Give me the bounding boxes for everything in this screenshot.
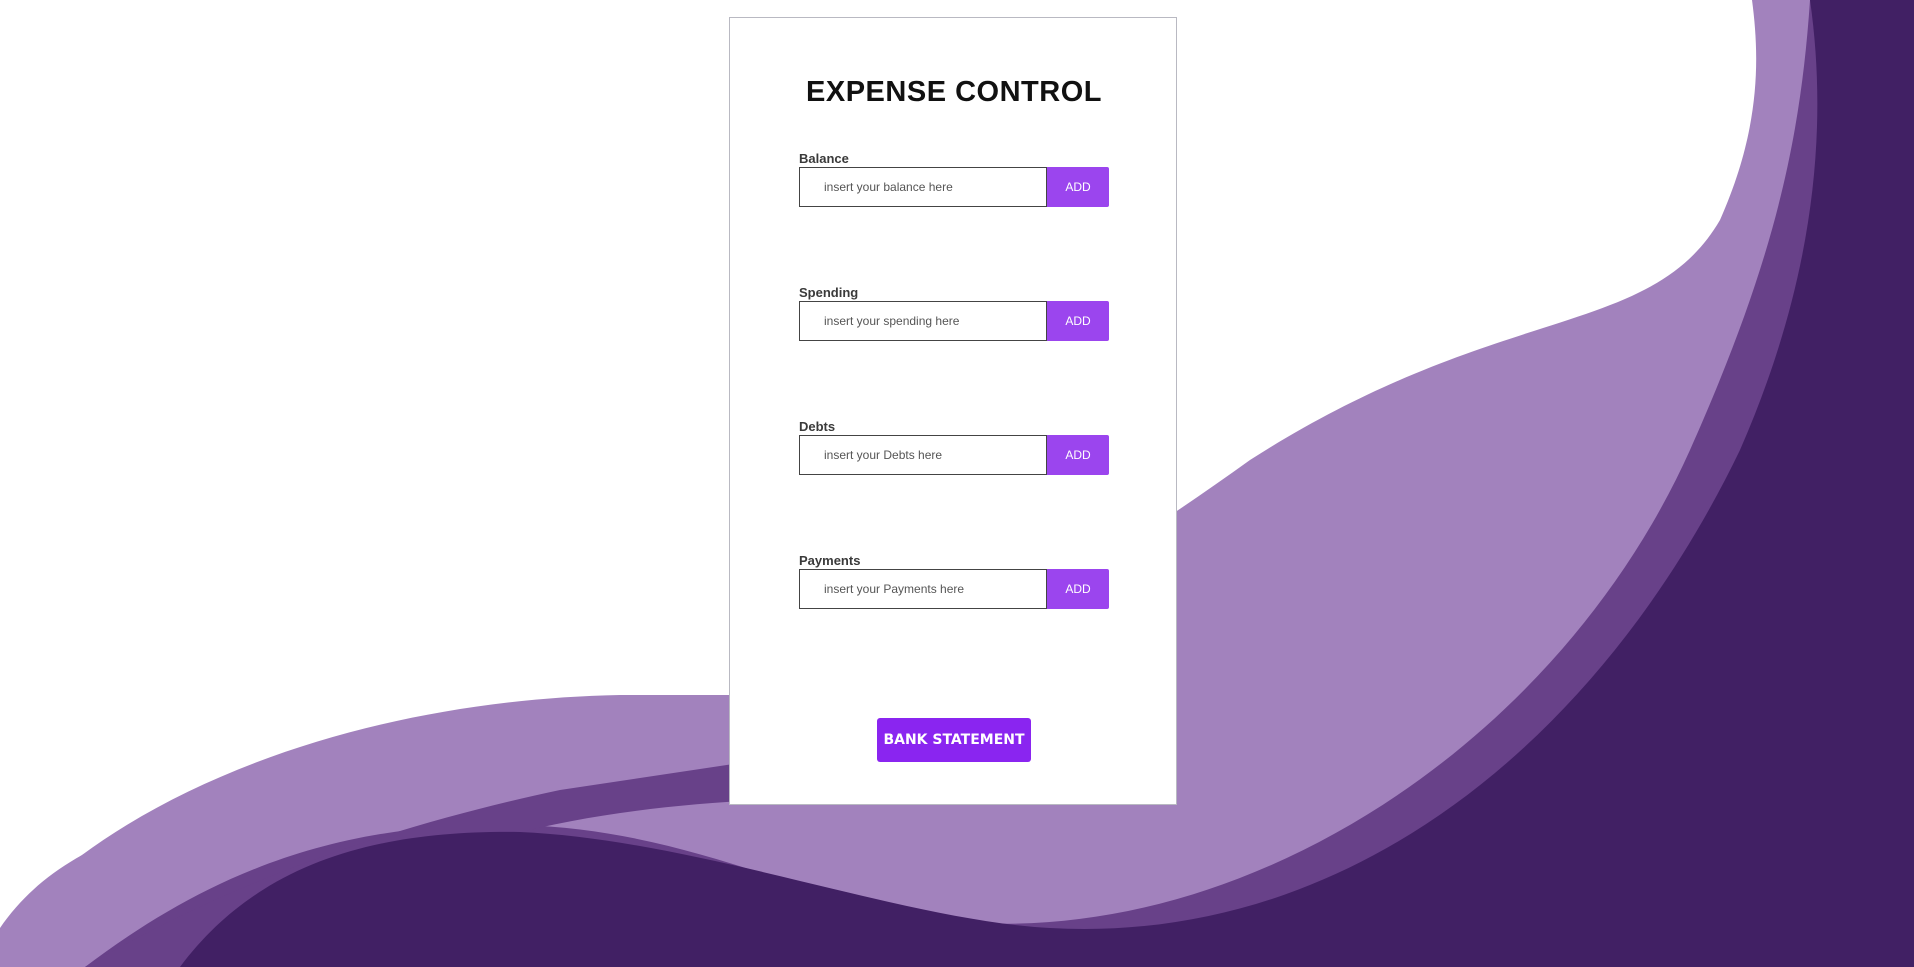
debts-input[interactable]: [799, 435, 1047, 475]
expense-card: EXPENSE CONTROL Balance ADD Spending ADD…: [729, 17, 1177, 805]
balance-input[interactable]: [799, 167, 1047, 207]
bank-statement-button[interactable]: BANK STATEMENT: [877, 718, 1031, 762]
debts-label: Debts: [799, 419, 836, 434]
page-title: EXPENSE CONTROL: [806, 76, 1102, 108]
balance-field-group: Balance ADD: [799, 151, 1109, 207]
payments-row: ADD: [799, 569, 1109, 609]
spending-field-group: Spending ADD: [799, 285, 1109, 341]
balance-label: Balance: [799, 151, 849, 166]
add-debts-button[interactable]: ADD: [1047, 435, 1109, 475]
add-balance-button[interactable]: ADD: [1047, 167, 1109, 207]
balance-row: ADD: [799, 167, 1109, 207]
payments-field-group: Payments ADD: [799, 553, 1109, 609]
payments-label: Payments: [799, 553, 861, 568]
debts-row: ADD: [799, 435, 1109, 475]
spending-row: ADD: [799, 301, 1109, 341]
add-payments-button[interactable]: ADD: [1047, 569, 1109, 609]
add-spending-button[interactable]: ADD: [1047, 301, 1109, 341]
spending-label: Spending: [799, 285, 859, 300]
payments-input[interactable]: [799, 569, 1047, 609]
spending-input[interactable]: [799, 301, 1047, 341]
debts-field-group: Debts ADD: [799, 419, 1109, 475]
